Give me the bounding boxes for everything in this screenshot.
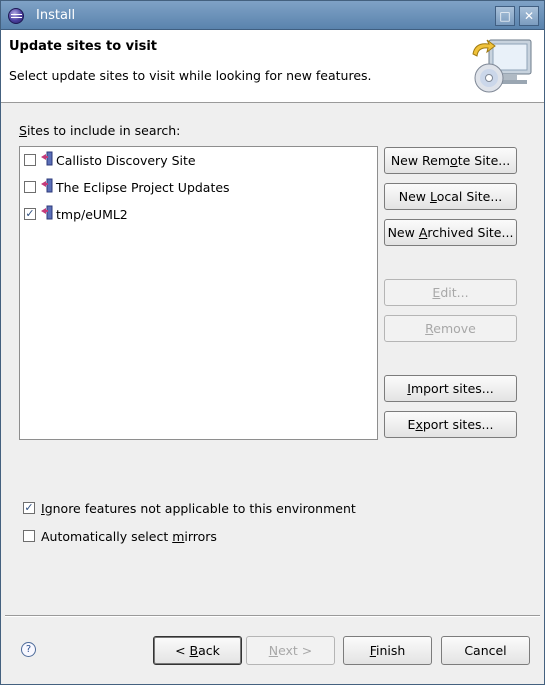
- site-label: tmp/eUML2: [56, 207, 128, 222]
- update-site-icon: [41, 151, 53, 166]
- import-sites-button[interactable]: Import sites...: [384, 375, 517, 402]
- footer-separator: [5, 615, 540, 617]
- new-local-site-button[interactable]: New Local Site...: [384, 183, 517, 210]
- site-checkbox[interactable]: [24, 181, 36, 193]
- select-mirrors-label: Automatically select mirrors: [41, 529, 217, 544]
- maximize-button[interactable]: □: [495, 6, 515, 26]
- install-dialog: Install □ ✕ Update sites to visit Select…: [0, 0, 545, 685]
- site-label: Callisto Discovery Site: [56, 153, 196, 168]
- select-mirrors-checkbox[interactable]: [23, 530, 35, 542]
- back-button[interactable]: < Back: [153, 636, 242, 665]
- sites-list[interactable]: Callisto Discovery Site The Eclipse Proj…: [19, 146, 378, 440]
- site-label: The Eclipse Project Updates: [56, 180, 230, 195]
- site-item-eclipse-updates[interactable]: The Eclipse Project Updates: [24, 178, 374, 200]
- help-icon[interactable]: ?: [21, 642, 36, 657]
- new-remote-site-button[interactable]: New Remote Site...: [384, 147, 517, 174]
- page-title: Update sites to visit: [9, 39, 157, 54]
- edit-button[interactable]: Edit...: [384, 279, 517, 306]
- header-banner: Update sites to visit Select update site…: [1, 30, 544, 103]
- site-item-callisto[interactable]: Callisto Discovery Site: [24, 151, 374, 173]
- ignore-features-label: Ignore features not applicable to this e…: [41, 501, 356, 516]
- eclipse-icon: [8, 8, 24, 24]
- ignore-features-checkbox[interactable]: ✓: [23, 502, 35, 514]
- window-title: Install: [36, 8, 76, 23]
- title-bar[interactable]: Install □ ✕: [1, 1, 544, 30]
- remove-button[interactable]: Remove: [384, 315, 517, 342]
- next-button[interactable]: Next >: [246, 636, 335, 665]
- finish-button[interactable]: Finish: [343, 636, 432, 665]
- export-sites-button[interactable]: Export sites...: [384, 411, 517, 438]
- close-button[interactable]: ✕: [519, 6, 539, 26]
- page-description: Select update sites to visit while looki…: [9, 68, 372, 83]
- update-site-icon: [41, 205, 53, 220]
- site-checkbox[interactable]: ✓: [24, 208, 36, 220]
- new-archived-site-button[interactable]: New Archived Site...: [384, 219, 517, 246]
- cancel-button[interactable]: Cancel: [441, 636, 530, 665]
- update-site-icon: [41, 178, 53, 193]
- site-item-tmp-euml2[interactable]: ✓ tmp/eUML2: [24, 205, 374, 227]
- site-checkbox[interactable]: [24, 154, 36, 166]
- install-wizard-icon: [472, 39, 532, 93]
- sites-label: Sites to include in search:: [19, 123, 181, 138]
